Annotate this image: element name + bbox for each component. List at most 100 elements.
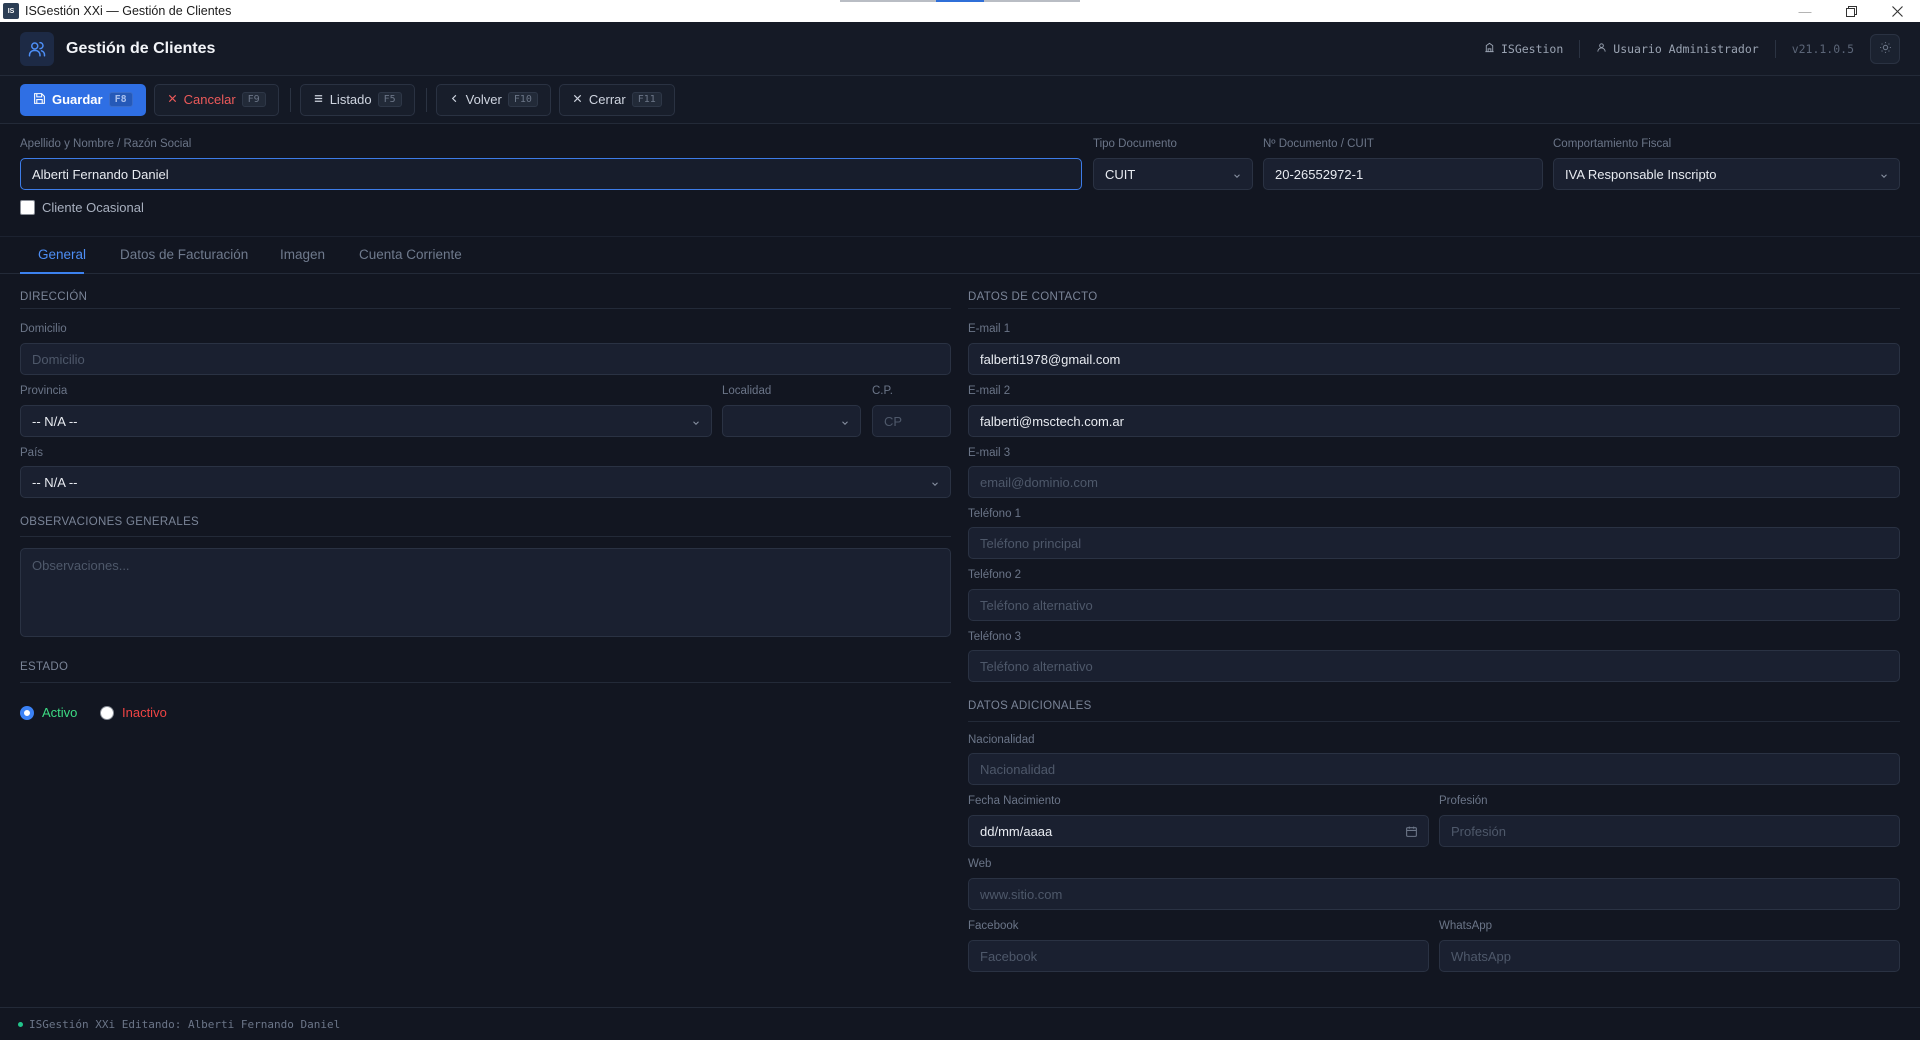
tab-bar: General Datos de Facturación Imagen Cuen… (0, 236, 1920, 274)
list-button[interactable]: Listado F5 (299, 83, 415, 116)
status-section-title: ESTADO (20, 661, 69, 673)
phone2-label: Teléfono 2 (968, 569, 1022, 581)
tab-general[interactable]: General (38, 247, 86, 262)
phone3-input[interactable]: Teléfono alternativo (968, 650, 1900, 682)
chevron-down-icon (930, 477, 940, 492)
close-shortcut: F11 (631, 92, 662, 107)
save-button[interactable]: Guardar F8 (20, 83, 146, 116)
email2-input[interactable]: falberti@msctech.com.ar (968, 405, 1900, 437)
list-label: Listado (329, 92, 372, 107)
email1-input[interactable]: falberti1978@gmail.com (968, 343, 1900, 375)
company-name: ISGestion (1500, 42, 1564, 56)
whatsapp-label: WhatsApp (1439, 920, 1493, 932)
contact-section-title: DATOS DE CONTACTO (968, 291, 1098, 303)
users-icon (20, 31, 54, 66)
app-window-icon: IS (3, 3, 19, 19)
chevron-down-icon (840, 416, 850, 431)
zip-input[interactable]: CP (872, 405, 951, 437)
list-shortcut: F5 (377, 92, 402, 107)
birthdate-label: Fecha Nacimiento (968, 795, 1061, 807)
facebook-label: Facebook (968, 920, 1019, 932)
web-input[interactable]: www.sitio.com (968, 878, 1900, 910)
province-label: Provincia (20, 385, 68, 397)
page-title: Gestión de Clientes (66, 39, 216, 57)
tab-image[interactable]: Imagen (280, 247, 325, 262)
building-icon (1484, 42, 1495, 56)
close-icon (167, 92, 178, 107)
birthdate-input[interactable]: dd/mm/aaaa (968, 815, 1429, 847)
chevron-down-icon (1232, 169, 1242, 184)
name-input[interactable]: Alberti Fernando Daniel (20, 158, 1082, 190)
facebook-input[interactable]: Facebook (968, 940, 1429, 972)
chevron-down-icon (691, 416, 701, 431)
tab-billing[interactable]: Datos de Facturación (120, 247, 248, 262)
phone3-label: Teléfono 3 (968, 631, 1022, 643)
doc-type-select[interactable]: CUIT (1093, 158, 1253, 190)
app-version: v21.1.0.5 (1791, 42, 1854, 56)
email3-input[interactable]: email@dominio.com (968, 466, 1900, 498)
back-shortcut: F10 (507, 92, 538, 107)
close-icon[interactable] (1874, 0, 1920, 22)
fiscal-value: IVA Responsable Inscripto (1565, 166, 1717, 182)
user-indicator: Usuario Administrador (1580, 42, 1774, 56)
country-value: -- N/A -- (32, 474, 78, 490)
birthdate-value: dd/mm/aaaa (980, 823, 1053, 839)
status-bar: ISGestión XXi Editando: Alberti Fernando… (0, 1007, 1920, 1040)
sun-icon (1879, 41, 1892, 57)
save-label: Guardar (52, 92, 103, 107)
cancel-shortcut: F9 (241, 92, 266, 107)
street-input[interactable]: Domicilio (20, 343, 951, 375)
doc-number-input[interactable]: 20-26552972-1 (1263, 158, 1543, 190)
nationality-input[interactable]: Nacionalidad (968, 753, 1900, 785)
titlebar-progress-indicator (840, 0, 1080, 2)
status-active-radio[interactable] (20, 706, 34, 720)
doc-type-label: Tipo Documento (1093, 138, 1177, 150)
province-select[interactable]: -- N/A -- (20, 405, 712, 437)
list-icon (313, 92, 324, 107)
doc-number-label: Nº Documento / CUIT (1263, 138, 1374, 150)
doc-type-value: CUIT (1105, 166, 1136, 182)
email2-label: E-mail 2 (968, 385, 1011, 397)
company-indicator: ISGestion (1468, 42, 1579, 56)
back-label: Volver (465, 92, 502, 107)
occasional-client-checkbox[interactable] (20, 200, 35, 215)
toolbar: Guardar F8 Cancelar F9 Listado F5 Volver… (0, 76, 1920, 124)
email1-label: E-mail 1 (968, 323, 1011, 335)
minimize-icon[interactable]: — (1782, 0, 1828, 22)
user-icon (1596, 42, 1607, 56)
tab-current-account[interactable]: Cuenta Corriente (359, 247, 462, 262)
name-label: Apellido y Nombre / Razón Social (20, 138, 192, 150)
status-active-label: Activo (42, 705, 78, 720)
calendar-icon[interactable] (1405, 825, 1418, 841)
status-dot-icon (18, 1021, 23, 1027)
close-button[interactable]: Cerrar F11 (558, 83, 675, 116)
window-titlebar: IS ISGestión XXi — Gestión de Clientes — (0, 0, 1920, 22)
status-inactive-label: Inactivo (122, 705, 167, 720)
city-label: Localidad (722, 385, 772, 397)
fiscal-select[interactable]: IVA Responsable Inscripto (1553, 158, 1900, 190)
save-shortcut: F8 (108, 92, 133, 107)
save-icon (33, 92, 46, 108)
phone2-input[interactable]: Teléfono alternativo (968, 589, 1900, 621)
theme-toggle-button[interactable] (1870, 34, 1900, 64)
cancel-button[interactable]: Cancelar F9 (153, 83, 279, 116)
phone1-input[interactable]: Teléfono principal (968, 527, 1900, 559)
city-select[interactable] (722, 405, 861, 437)
back-button[interactable]: Volver F10 (435, 83, 551, 116)
restore-icon[interactable] (1828, 0, 1874, 22)
x-icon (572, 92, 583, 107)
chevron-down-icon (1879, 169, 1889, 184)
street-label: Domicilio (20, 323, 67, 335)
additional-section-title: DATOS ADICIONALES (968, 700, 1092, 712)
notes-textarea[interactable]: Observaciones... (20, 548, 951, 637)
status-text: ISGestión XXi Editando: Alberti Fernando… (29, 1017, 341, 1031)
status-inactive-radio[interactable] (100, 706, 114, 720)
chevron-left-icon (449, 92, 460, 107)
profession-label: Profesión (1439, 795, 1488, 807)
cancel-label: Cancelar (183, 92, 236, 107)
profession-input[interactable]: Profesión (1439, 815, 1900, 847)
country-select[interactable]: -- N/A -- (20, 466, 951, 498)
whatsapp-input[interactable]: WhatsApp (1439, 940, 1900, 972)
email3-label: E-mail 3 (968, 447, 1011, 459)
occasional-client-label: Cliente Ocasional (42, 200, 144, 215)
